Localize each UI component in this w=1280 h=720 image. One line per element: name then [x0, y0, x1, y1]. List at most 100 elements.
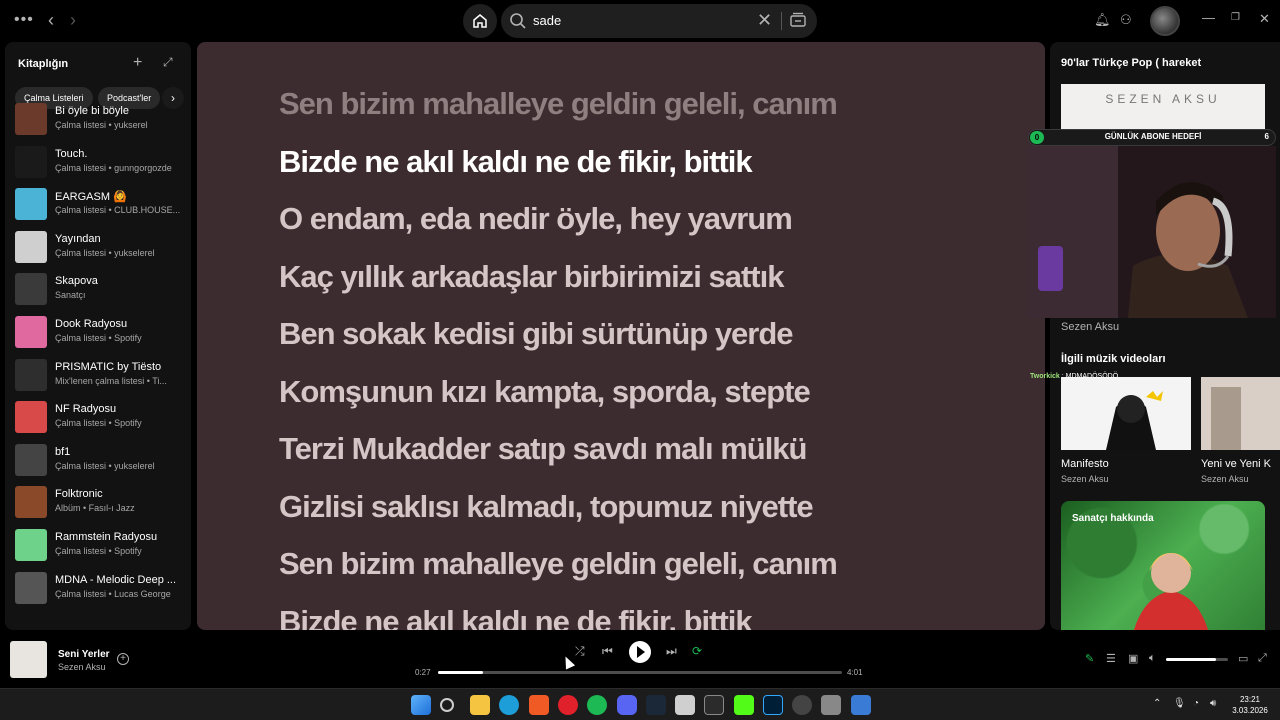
- bell-icon[interactable]: 🔔︎: [1094, 12, 1111, 28]
- lyric-line[interactable]: Bizde ne akıl kaldı ne de fikir, bittik: [279, 144, 753, 180]
- close-window-icon[interactable]: ✕: [1259, 11, 1270, 27]
- lyric-line[interactable]: Bizde ne akıl kaldı ne de fikir, bittik: [279, 604, 753, 631]
- wifi-icon[interactable]: ◔: [1193, 698, 1199, 709]
- fullscreen-icon[interactable]: ⤢: [1258, 652, 1267, 665]
- steam-icon[interactable]: [646, 695, 666, 715]
- video-artist[interactable]: Sezen Aksu: [1201, 474, 1249, 484]
- start-icon[interactable]: [411, 695, 431, 715]
- next-icon[interactable]: ⏭︎: [666, 644, 677, 659]
- volume-icon[interactable]: 🔈︎: [1149, 652, 1156, 665]
- progress-bar[interactable]: [438, 671, 842, 674]
- restore-icon[interactable]: ❐: [1231, 12, 1240, 23]
- library-item[interactable]: Yayından Çalma listesi • yukselerel: [15, 227, 187, 267]
- player-bar: Seni Yerler Sezen Aksu + ⤮ ⏮︎ ⏭︎ ⟳ 0:27 …: [0, 632, 1280, 688]
- library-item-subtitle: Albüm • Fasıl-ı Jazz: [55, 503, 135, 514]
- opera-icon[interactable]: [558, 695, 578, 715]
- browse-icon[interactable]: [789, 11, 807, 29]
- about-artist-card[interactable]: Sanatçı hakkında: [1061, 501, 1265, 630]
- library-item-name: Dook Radyosu: [55, 318, 128, 330]
- library-item[interactable]: Touch. Çalma listesi • gunngorgozde: [15, 142, 187, 182]
- now-playing-title[interactable]: Seni Yerler: [58, 649, 110, 660]
- speaker-icon[interactable]: 🔊︎: [1210, 698, 1216, 709]
- minimize-icon[interactable]: —: [1202, 10, 1215, 25]
- app-icon[interactable]: [851, 695, 871, 715]
- lyric-line[interactable]: Kaç yıllık arkadaşlar birbirimizi sattık: [279, 259, 784, 295]
- clear-search-icon[interactable]: ✕: [757, 10, 772, 31]
- user-avatar[interactable]: [1150, 6, 1180, 36]
- video-thumbnail[interactable]: [1201, 377, 1280, 450]
- app-icon[interactable]: [704, 695, 724, 715]
- expand-icon[interactable]: ⤢: [163, 55, 173, 70]
- lyric-line[interactable]: Sen bizim mahalleye geldin geleli, canım: [279, 86, 838, 122]
- library-item[interactable]: Rammstein Radyosu Çalma listesi • Spotify: [15, 525, 187, 565]
- connect-device-icon[interactable]: ▣: [1128, 652, 1138, 665]
- shuffle-icon[interactable]: ⤮: [575, 644, 585, 659]
- video-title[interactable]: Manifesto: [1061, 458, 1109, 470]
- library-item[interactable]: Skapova Sanatçı: [15, 269, 187, 309]
- tray-chevron-icon[interactable]: ⌃: [1153, 698, 1161, 709]
- library-item[interactable]: bf1 Çalma listesi • yukselerel: [15, 440, 187, 480]
- kick-icon[interactable]: [734, 695, 754, 715]
- friends-icon[interactable]: ⚇: [1120, 12, 1132, 28]
- lyric-line[interactable]: Ben sokak kedisi gibi sürtünüp yerde: [279, 316, 794, 352]
- now-playing-cover[interactable]: [10, 641, 47, 678]
- library-item[interactable]: NF Radyosu Çalma listesi • Spotify: [15, 397, 187, 437]
- lyrics-icon[interactable]: ✎: [1085, 652, 1094, 665]
- forward-arrow-icon[interactable]: ›: [70, 10, 76, 31]
- video-artist[interactable]: Sezen Aksu: [1061, 474, 1109, 484]
- panel-artist-name[interactable]: Sezen Aksu: [1061, 321, 1119, 333]
- edge-icon[interactable]: [499, 695, 519, 715]
- search-box[interactable]: sade ✕: [501, 4, 817, 38]
- repeat-icon[interactable]: ⟳: [692, 644, 702, 658]
- lyric-line[interactable]: Komşunun kızı kampta, sporda, stepte: [279, 374, 811, 410]
- windows-taskbar: ⌃ 🎙︎ ◔ 🔊︎ 23:21 3.03.2026: [0, 688, 1280, 720]
- lyric-line[interactable]: Gizlisi saklısı kalmadı, topumuz niyette: [279, 489, 814, 525]
- library-item[interactable]: Bi öyle bi böyle Çalma listesi • yukserel: [15, 99, 187, 139]
- microphone-icon[interactable]: 🎙︎: [1173, 698, 1186, 709]
- add-icon[interactable]: +: [133, 54, 142, 72]
- miniplayer-icon[interactable]: ▭: [1238, 652, 1248, 665]
- menu-dots-icon[interactable]: •••: [14, 11, 34, 29]
- library-item-name: Folktronic: [55, 488, 103, 501]
- volume-slider[interactable]: [1166, 658, 1228, 661]
- library-item-subtitle: Mix'lenen çalma listesi • Ti...: [55, 375, 167, 386]
- library-item-name: Skapova: [55, 275, 98, 288]
- library-item[interactable]: MDNA - Melodic Deep ... Çalma listesi • L…: [15, 568, 187, 608]
- queue-icon[interactable]: ☰: [1106, 652, 1116, 665]
- library-item[interactable]: Folktronic Albüm • Fasıl-ı Jazz: [15, 482, 187, 522]
- related-videos-title: İlgili müzik videoları: [1061, 353, 1166, 365]
- video-title[interactable]: Yeni ve Yeni K: [1201, 458, 1271, 470]
- library-item-cover: [15, 316, 47, 348]
- library-item[interactable]: EARGASM 🙆 Çalma listesi • CLUB.HOUSE...: [15, 184, 187, 224]
- now-playing-artist[interactable]: Sezen Aksu: [58, 662, 106, 672]
- play-button[interactable]: [629, 641, 651, 663]
- discord-icon[interactable]: [617, 695, 637, 715]
- file-explorer-icon[interactable]: [470, 695, 490, 715]
- home-button[interactable]: [463, 4, 497, 38]
- search-input[interactable]: sade: [533, 13, 561, 28]
- obs-icon[interactable]: [792, 695, 812, 715]
- calculator-icon[interactable]: [675, 695, 695, 715]
- library-item[interactable]: PRISMATIC by Tiësto Mix'lenen çalma liste…: [15, 355, 187, 395]
- app-icon[interactable]: [821, 695, 841, 715]
- library-item-name: NF Radyosu: [55, 403, 117, 416]
- library-item-subtitle: Sanatçı: [55, 290, 86, 301]
- spotify-taskbar-icon[interactable]: [587, 695, 607, 715]
- previous-icon[interactable]: ⏮︎: [602, 644, 613, 659]
- photoshop-icon[interactable]: [763, 695, 783, 715]
- play-icon: [637, 646, 645, 658]
- library-item-cover: [15, 571, 47, 604]
- search-taskbar-icon[interactable]: [440, 698, 454, 712]
- video-thumbnail[interactable]: [1061, 377, 1191, 450]
- back-arrow-icon[interactable]: ‹: [48, 10, 54, 31]
- library-item-cover: [15, 103, 47, 135]
- lyric-line[interactable]: O endam, eda nedir öyle, hey yavrum: [279, 201, 793, 237]
- library-item-subtitle: Çalma listesi • gunngorgozde: [55, 162, 172, 173]
- lyric-line[interactable]: Sen bizim mahalleye geldin geleli, canım: [279, 546, 838, 582]
- panel-playlist-title[interactable]: 90'lar Türkçe Pop ( hareket: [1061, 57, 1201, 69]
- lyric-line[interactable]: Terzi Mukadder satıp savdı malı mülkü: [279, 431, 807, 467]
- library-item[interactable]: Dook Radyosu Çalma listesi • Spotify: [15, 312, 187, 352]
- add-to-library-icon[interactable]: +: [117, 653, 129, 665]
- brave-icon[interactable]: [529, 695, 549, 715]
- system-clock[interactable]: 23:21 3.03.2026: [1229, 694, 1271, 716]
